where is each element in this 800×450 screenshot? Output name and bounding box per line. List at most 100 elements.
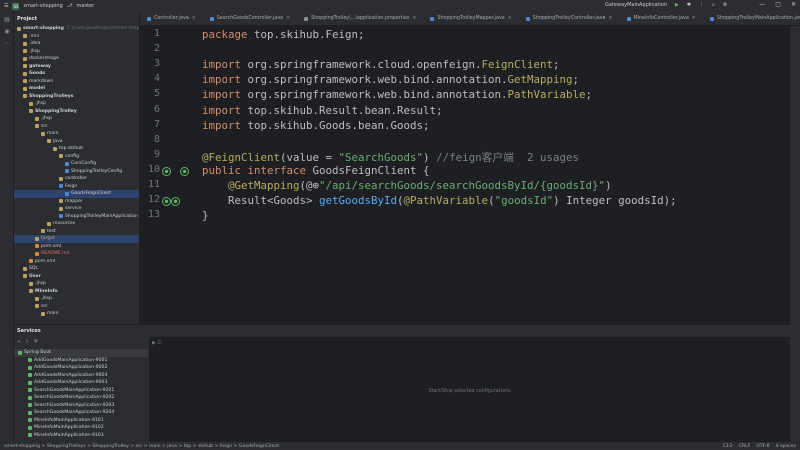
- service-item[interactable]: AddGoodsMainApplication-9003: [14, 379, 148, 387]
- tree-item[interactable]: Feign: [14, 183, 139, 191]
- main-menu-icon[interactable]: ☰: [4, 3, 8, 9]
- tree-item[interactable]: service: [14, 205, 139, 213]
- feign-client-icon[interactable]: ●: [180, 166, 189, 176]
- close-tab-icon[interactable]: ×: [192, 16, 196, 21]
- tree-item[interactable]: .jhsp: [14, 100, 139, 108]
- tree-item[interactable]: main: [14, 130, 139, 138]
- collapse-icon[interactable]: ⇧: [25, 339, 29, 345]
- add-service-icon[interactable]: +: [17, 339, 21, 345]
- service-item[interactable]: MineInfoMainApplication-9103: [14, 432, 148, 440]
- service-item[interactable]: AddGoodsMainApplication-9002: [14, 364, 148, 372]
- service-item[interactable]: AddGoodsMainApplication-9004: [14, 372, 148, 380]
- close-tab-icon[interactable]: ×: [286, 16, 290, 21]
- code-line[interactable]: }: [202, 209, 209, 222]
- structure-tool-icon[interactable]: ⋯: [3, 40, 11, 48]
- indent-setting[interactable]: 4 spaces: [776, 444, 796, 449]
- maximize-button[interactable]: ▢: [775, 1, 781, 8]
- tree-item[interactable]: java: [14, 138, 139, 146]
- tree-item[interactable]: .jhsp: [14, 115, 139, 123]
- editor-tab[interactable]: Controller.java ×: [140, 12, 203, 25]
- tree-item[interactable]: controller: [14, 175, 139, 183]
- interface-impl-icon[interactable]: ●: [162, 166, 171, 176]
- close-tab-icon[interactable]: ×: [608, 16, 612, 21]
- method-bean-icon[interactable]: ●: [171, 197, 180, 207]
- service-item[interactable]: MineInfoMainApplication-9102: [14, 424, 148, 432]
- tree-item[interactable]: target: [14, 235, 139, 243]
- cursor-position[interactable]: 13:2: [722, 444, 732, 449]
- service-group[interactable]: Spring Boot: [14, 349, 148, 357]
- run-config-selector[interactable]: GatewayMainApplication: [605, 2, 667, 8]
- tree-item[interactable]: resources: [14, 220, 139, 228]
- tree-item[interactable]: src: [14, 123, 139, 131]
- tree-item[interactable]: SQL: [14, 265, 139, 273]
- editor-tab[interactable]: ShoppingTrolley\...\application.properti…: [297, 12, 423, 25]
- tree-item[interactable]: .jhsp: [14, 295, 139, 303]
- tree-item[interactable]: ShoppingTrolleys: [14, 93, 139, 101]
- code-line[interactable]: Result<Goods> getGoodsById(@PathVariable…: [202, 194, 677, 207]
- tree-item[interactable]: src: [14, 303, 139, 311]
- tree-item[interactable]: top.skihub: [14, 145, 139, 153]
- tree-item[interactable]: Goods: [14, 70, 139, 78]
- project-selector[interactable]: smart-shopping: [23, 3, 62, 9]
- code-line[interactable]: import top.skihub.Result.bean.Result;: [202, 104, 443, 117]
- tree-item[interactable]: .mrs: [14, 33, 139, 41]
- editor-tab[interactable]: ShoppingTrolleyMainApplication.java×: [703, 12, 800, 25]
- run-icon[interactable]: ▶: [675, 2, 679, 8]
- tree-item[interactable]: MineInfo: [14, 288, 139, 296]
- code-line[interactable]: public interface GoodsFeignClient {: [202, 164, 430, 177]
- tree-item[interactable]: .jhsp: [14, 280, 139, 288]
- branch-selector[interactable]: master: [77, 3, 95, 9]
- tree-item[interactable]: ShoppingTrolleyMainApplication: [14, 213, 139, 221]
- editor-tab[interactable]: SearchGoodsController.java ×: [203, 12, 297, 25]
- close-button[interactable]: ✕: [791, 1, 796, 8]
- code-line[interactable]: package top.skihub.Feign;: [202, 28, 365, 41]
- tree-item[interactable]: CorsConfig: [14, 160, 139, 168]
- tree-item[interactable]: ShoppingTrolleyConfig: [14, 168, 139, 176]
- settings-icon[interactable]: ⚙: [723, 2, 727, 8]
- tree-item[interactable]: markdown: [14, 78, 139, 86]
- file-encoding[interactable]: UTF-8: [756, 444, 769, 449]
- tree-item[interactable]: dockerimage: [14, 55, 139, 63]
- tree-item[interactable]: README.md: [14, 250, 139, 258]
- line-separator[interactable]: CRLF: [739, 444, 751, 449]
- code-line[interactable]: import org.springframework.web.bind.anno…: [202, 88, 592, 101]
- service-item[interactable]: SearchGoodsMainApplication-9202: [14, 394, 148, 402]
- commit-tool-icon[interactable]: ◉: [3, 28, 11, 36]
- project-tool-icon[interactable]: ▤: [3, 16, 11, 24]
- code-editor[interactable]: 1 2 3 4 5 6 7 8 9 10 11 12 13 ● ● ● ● package top.skihub…: [140, 26, 790, 324]
- service-item[interactable]: SearchGoodsMainApplication-9201: [14, 387, 148, 395]
- code-line[interactable]: import top.skihub.Goods.bean.Goods;: [202, 119, 430, 132]
- close-tab-icon[interactable]: ×: [692, 16, 696, 21]
- tree-item[interactable]: ShoppingTrolley: [14, 108, 139, 116]
- code-line[interactable]: @FeignClient(value = "SearchGoods") //fe…: [202, 149, 579, 165]
- breadcrumb[interactable]: smart-shopping > ShoppingTrolleys > Shop…: [0, 444, 279, 449]
- code-line[interactable]: @GetMapping(@⊕"/api/searchGoods/searchGo…: [202, 179, 612, 192]
- tree-item[interactable]: model: [14, 85, 139, 93]
- tree-item[interactable]: gateway: [14, 63, 139, 71]
- tree-item[interactable]: pom.xml: [14, 258, 139, 266]
- tree-item[interactable]: config: [14, 153, 139, 161]
- editor-tab[interactable]: MineInfoController.java ×: [620, 12, 703, 25]
- tree-item[interactable]: User: [14, 273, 139, 281]
- tree-item[interactable]: .idea: [14, 40, 139, 48]
- tree-item[interactable]: smart-shopping C:\Code\JavaProject\smart-…: [14, 25, 139, 33]
- tree-item[interactable]: .jhsp: [14, 48, 139, 56]
- close-tab-icon[interactable]: ×: [508, 16, 512, 21]
- tree-item[interactable]: pom.xml: [14, 243, 139, 251]
- code-line[interactable]: import org.springframework.cloud.openfei…: [202, 58, 560, 71]
- tree-item[interactable]: test: [14, 228, 139, 236]
- code-line[interactable]: import org.springframework.web.bind.anno…: [202, 73, 579, 86]
- editor-tab[interactable]: ShoppingTrolleyMapper.java ×: [423, 12, 518, 25]
- service-item[interactable]: MineInfoMainApplication-9101: [14, 417, 148, 425]
- search-icon[interactable]: ⌕: [712, 2, 715, 8]
- service-item[interactable]: AddGoodsMainApplication-9001: [14, 357, 148, 365]
- service-item[interactable]: SearchGoodsMainApplication-9203: [14, 402, 148, 410]
- filter-icon[interactable]: ⧩: [33, 339, 37, 345]
- method-impl-icon[interactable]: ●: [162, 197, 171, 207]
- service-item[interactable]: SearchGoodsMainApplication-9204: [14, 409, 148, 417]
- more-icon[interactable]: ⋮: [699, 2, 704, 8]
- close-tab-icon[interactable]: ×: [412, 16, 416, 21]
- debug-icon[interactable]: ✱: [687, 2, 691, 8]
- editor-tab[interactable]: ShoppingTrolleyController.java ×: [519, 12, 620, 25]
- tree-item[interactable]: mapper: [14, 198, 139, 206]
